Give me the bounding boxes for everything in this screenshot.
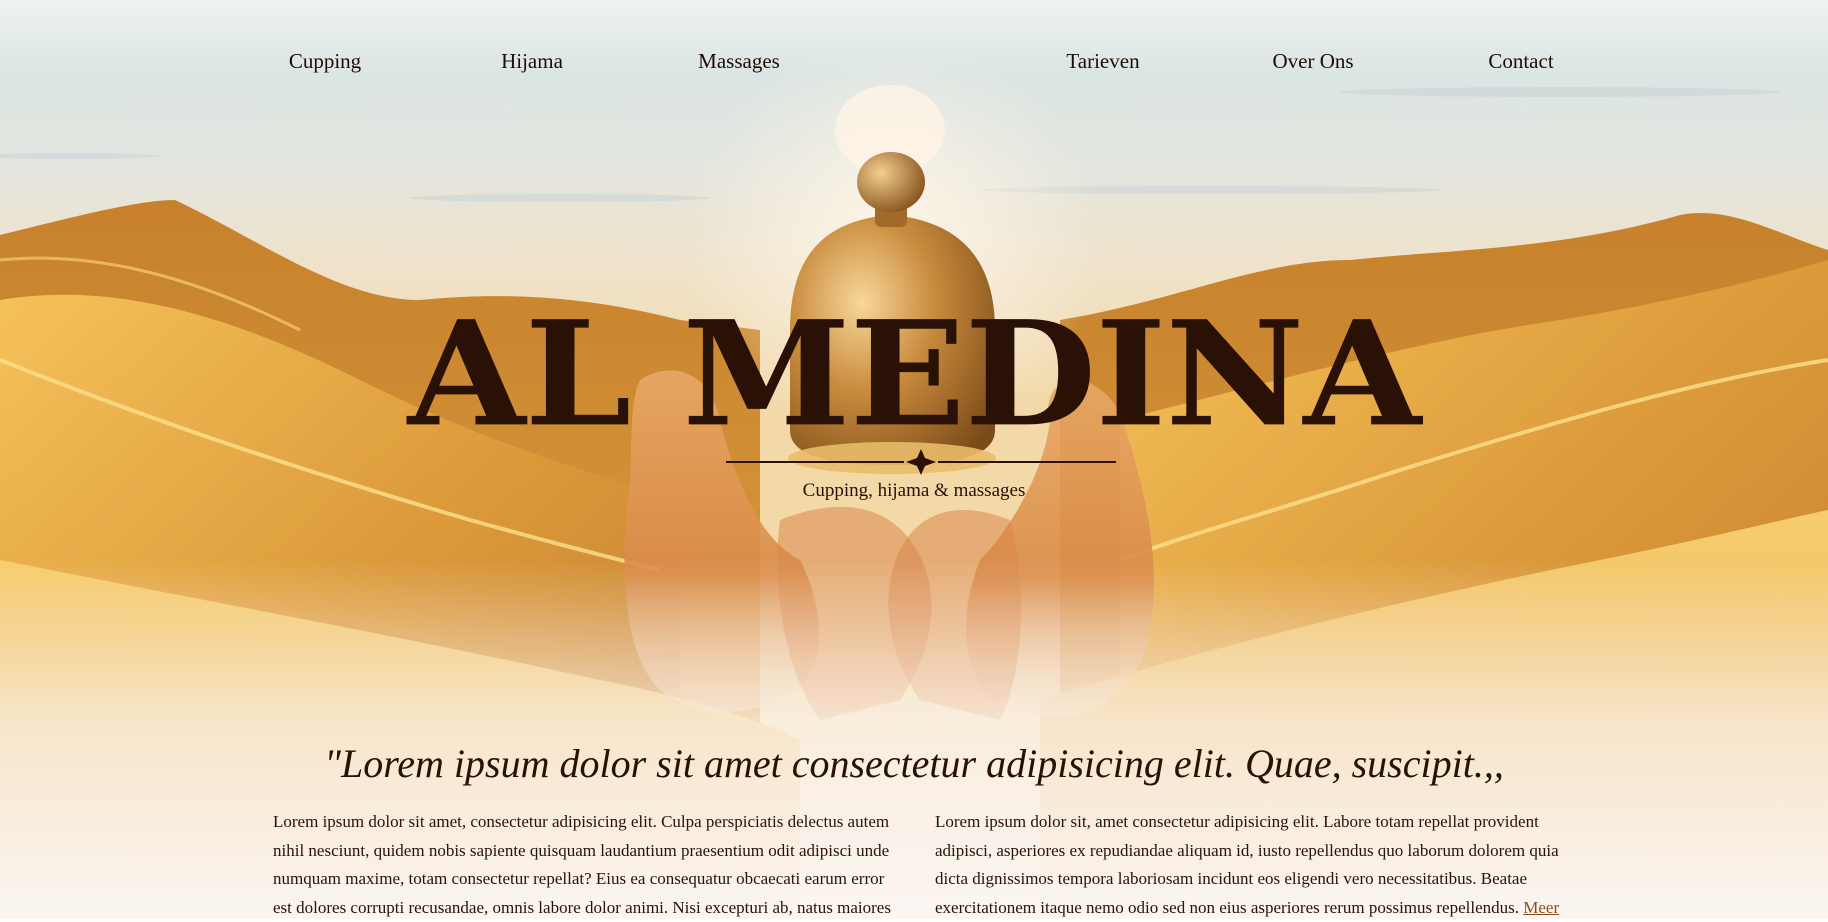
nav-link-over-ons[interactable]: Over Ons <box>1272 49 1353 74</box>
nav-link-massages[interactable]: Massages <box>698 49 780 74</box>
title-divider-ornament <box>726 449 1116 475</box>
intro-text-right: Lorem ipsum dolor sit, amet consectetur … <box>935 808 1567 922</box>
hero-subtitle: Cupping, hijama & massages <box>802 480 1026 501</box>
intro-text-right-body: Lorem ipsum dolor sit, amet consectetur … <box>935 812 1559 917</box>
nav-link-tarieven[interactable]: Tarieven <box>1066 49 1139 74</box>
page-title: AL MEDINA <box>407 288 1422 459</box>
intro-text-left: Lorem ipsum dolor sit amet, consectetur … <box>273 812 891 917</box>
nav-link-contact[interactable]: Contact <box>1488 49 1553 74</box>
read-more-link[interactable]: Meer <box>1523 898 1559 917</box>
main-navigation: Cupping Hijama Massages Tarieven Over On… <box>0 0 1828 125</box>
intro-quote: "Lorem ipsum dolor sit amet consectetur … <box>324 741 1504 786</box>
nav-link-cupping[interactable]: Cupping <box>289 49 361 74</box>
nav-link-hijama[interactable]: Hijama <box>501 49 563 74</box>
